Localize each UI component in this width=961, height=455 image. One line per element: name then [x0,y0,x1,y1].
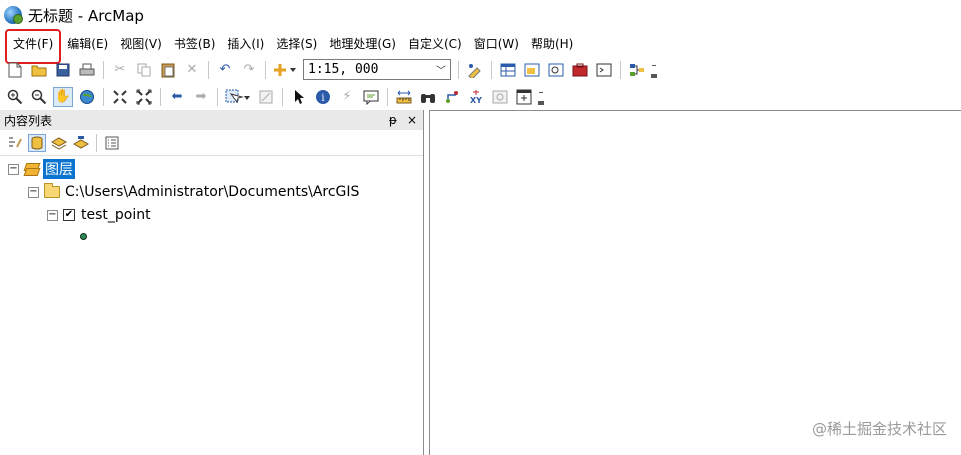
title-bar: 无标题 - ArcMap [0,0,961,30]
find-route-icon[interactable] [442,87,462,107]
html-popup-icon[interactable] [361,87,381,107]
arctoolbox-icon[interactable] [570,60,590,80]
modelbuilder-icon[interactable] [627,60,647,80]
toolbar-separator [103,87,104,106]
go-to-xy-icon[interactable]: XY [466,87,486,107]
table-of-contents-panel: 内容列表 ᵽ × − 图层 − C:\Users\Administrator\D… [0,110,424,455]
toolbar-separator [217,87,218,106]
point-symbol-icon[interactable] [80,233,87,240]
tree-node-layers[interactable]: − 图层 [8,158,75,180]
menu-edit[interactable]: 编辑(E) [61,32,114,55]
fixed-zoom-in-icon[interactable] [110,87,130,107]
identify-icon[interactable]: i [313,87,333,107]
toolbar-separator [620,60,621,79]
menu-view[interactable]: 视图(V) [114,32,168,55]
select-elements-pointer-icon[interactable] [289,87,309,107]
map-display-area[interactable]: @稀土掘金技术社区 [429,110,961,455]
tools-toolbar: ✋ ⬅ ➡ i ⚡ XY [0,84,544,109]
paste-icon[interactable] [158,60,178,80]
measure-ruler-icon[interactable] [394,87,414,107]
create-viewer-window-icon[interactable] [514,87,534,107]
table-window-icon[interactable] [498,60,518,80]
toolbar-separator [96,133,97,152]
open-folder-icon[interactable] [29,60,49,80]
folder-path-label[interactable]: C:\Users\Administrator\Documents\ArcGIS [65,184,359,200]
data-frame-label[interactable]: 图层 [43,159,75,179]
delete-icon[interactable]: ✕ [182,60,202,80]
pin-icon[interactable]: ᵽ [389,113,397,127]
toolbar-grip[interactable] [651,61,657,78]
layers-stack-icon [24,161,40,177]
menu-bar: 文件(F) 编辑(E) 视图(V) 书签(B) 插入(I) 选择(S) 地理处理… [0,28,961,64]
collapse-toggle[interactable]: − [47,209,58,221]
toc-title: 内容列表 [4,113,53,128]
toolbar-separator [387,87,388,106]
add-data-icon[interactable] [272,60,298,80]
list-by-selection-icon[interactable] [72,134,90,152]
toc-options-icon[interactable] [103,134,121,152]
standard-toolbar: ✂ ✕ ↶ ↷ 1:15, 000 ﹀ [0,57,657,82]
list-by-visibility-icon[interactable] [50,134,68,152]
toolbar-grip[interactable] [538,88,544,105]
find-binoculars-icon[interactable] [418,87,438,107]
tree-node-layer[interactable]: − ✔ test_point [47,204,151,226]
close-icon[interactable]: × [407,113,417,127]
cut-icon[interactable]: ✂ [110,60,130,80]
catalog-icon[interactable] [522,60,542,80]
toolbar-separator [282,87,283,106]
svg-text:i: i [321,93,324,104]
list-by-source-icon[interactable] [28,133,46,152]
svg-text:XY: XY [470,96,482,105]
menu-help[interactable]: 帮助(H) [525,32,579,55]
redo-icon[interactable]: ↷ [239,60,259,80]
map-scale-combobox[interactable]: 1:15, 000 ﹀ [303,59,451,80]
list-by-drawing-order-icon[interactable] [6,134,24,152]
menu-customize[interactable]: 自定义(C) [402,32,468,55]
time-slider-icon[interactable] [490,87,510,107]
print-icon[interactable] [77,60,97,80]
layer-name-label[interactable]: test_point [81,207,151,223]
collapse-toggle[interactable]: − [28,186,39,198]
go-forward-arrow-icon[interactable]: ➡ [191,87,211,107]
fixed-zoom-out-icon[interactable] [134,87,154,107]
layer-visibility-checkbox[interactable]: ✔ [63,209,75,221]
new-document-icon[interactable] [5,60,25,80]
clear-selection-icon[interactable] [256,87,276,107]
menu-insert[interactable]: 插入(I) [221,32,270,55]
toc-toolbar [0,130,423,156]
zoom-out-icon[interactable] [29,87,49,107]
zoom-in-icon[interactable] [5,87,25,107]
toolbar-separator [491,60,492,79]
undo-icon[interactable]: ↶ [215,60,235,80]
menu-selection[interactable]: 选择(S) [270,32,323,55]
window-title: 无标题 - ArcMap [28,6,144,25]
menu-windows[interactable]: 窗口(W) [468,32,525,55]
watermark-text: @稀土掘金技术社区 [811,420,947,438]
copy-icon[interactable] [134,60,154,80]
hyperlink-lightning-icon[interactable]: ⚡ [337,87,357,107]
full-extent-globe-icon[interactable] [77,87,97,107]
toolbar-separator [103,60,104,79]
python-window-icon[interactable] [594,60,614,80]
menu-geoprocessing[interactable]: 地理处理(G) [323,32,402,55]
toc-header: 内容列表 ᵽ × [0,110,423,130]
collapse-toggle[interactable]: − [8,163,19,175]
tree-node-folder[interactable]: − C:\Users\Administrator\Documents\ArcGI… [28,181,359,203]
folder-icon [44,183,60,198]
select-features-icon[interactable] [224,87,252,107]
arcmap-globe-icon [4,6,23,24]
toolbar-separator [208,60,209,79]
editor-toolbar-icon[interactable] [465,60,485,80]
menu-bookmarks[interactable]: 书签(B) [168,32,222,55]
toolbar-separator [160,87,161,106]
toolbar-separator [265,60,266,79]
chevron-down-icon[interactable]: ﹀ [436,62,446,77]
map-scale-value: 1:15, 000 [308,62,379,77]
search-window-icon[interactable] [546,60,566,80]
toolbar-separator [458,60,459,79]
save-icon[interactable] [53,60,73,80]
go-back-arrow-icon[interactable]: ⬅ [167,87,187,107]
pan-hand-icon[interactable]: ✋ [53,86,73,107]
